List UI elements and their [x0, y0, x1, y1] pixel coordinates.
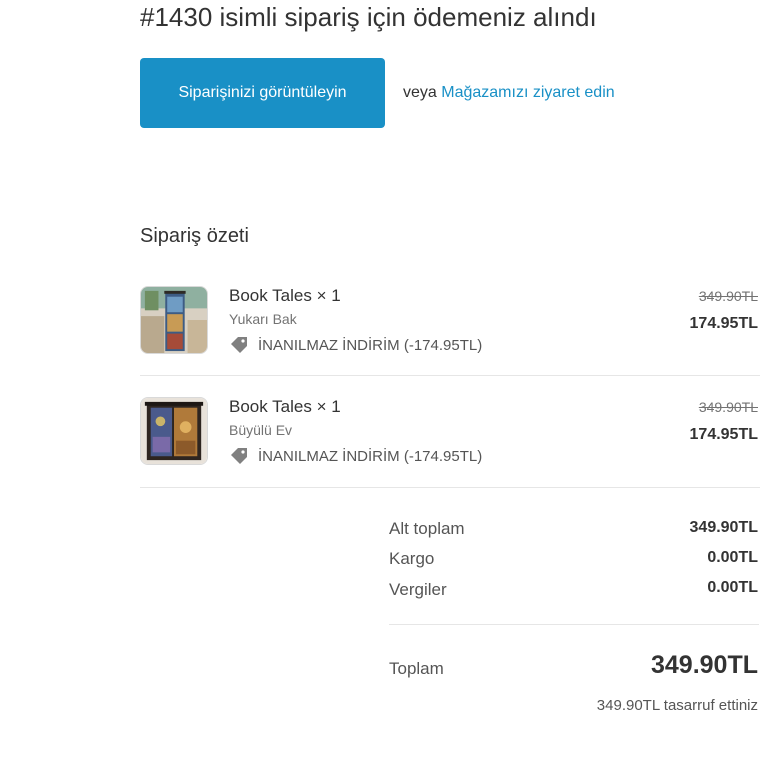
view-order-button[interactable]: Siparişinizi görüntüleyin	[140, 58, 385, 128]
original-price: 349.90TL	[698, 288, 758, 304]
total-value: 349.90TL	[650, 651, 758, 679]
total-label: Toplam	[389, 659, 444, 678]
product-image	[140, 397, 208, 465]
order-summary-title: Sipariş özeti	[140, 225, 249, 247]
item-name: Book Tales × 1	[229, 286, 341, 305]
tag-icon	[231, 337, 247, 353]
or-label: veya	[403, 84, 437, 101]
item-name: Book Tales × 1	[229, 397, 341, 416]
continue-shopping: veya Mağazamızı ziyaret edin	[403, 84, 615, 102]
subtotal-value: 349.90TL	[689, 519, 758, 536]
totals-divider	[389, 624, 759, 625]
discount-label: İNANILMAZ İNDİRİM (-174.95TL)	[258, 336, 483, 354]
product-image	[140, 286, 208, 354]
page-title: #1430 isimli sipariş için ödemeniz alınd…	[140, 2, 597, 32]
discount-line: İNANILMAZ İNDİRİM (-174.95TL)	[229, 446, 482, 466]
item-price: 174.95TL	[689, 315, 758, 332]
shipping-label: Kargo	[389, 549, 435, 568]
visit-store-link[interactable]: Mağazamızı ziyaret edin	[441, 84, 614, 101]
tag-icon	[231, 448, 247, 464]
savings-text: 349.90TL tasarruf ettiniz	[596, 697, 758, 714]
discount-line: İNANILMAZ İNDİRİM (-174.95TL)	[229, 335, 482, 355]
shipping-value: 0.00TL	[707, 549, 758, 566]
line-item: Book Tales × 1 Büyülü Ev İNANILMAZ İNDİR…	[140, 397, 760, 489]
divider	[140, 375, 760, 376]
item-variant: Yukarı Bak	[229, 311, 297, 327]
item-price: 174.95TL	[689, 426, 758, 443]
line-item: Book Tales × 1 Yukarı Bak İNANILMAZ İNDİ…	[140, 286, 760, 378]
taxes-label: Vergiler	[389, 580, 447, 599]
original-price: 349.90TL	[698, 399, 758, 415]
taxes-value: 0.00TL	[707, 579, 758, 596]
divider	[140, 487, 760, 488]
subtotal-label: Alt toplam	[389, 519, 465, 538]
discount-label: İNANILMAZ İNDİRİM (-174.95TL)	[258, 447, 483, 465]
item-variant: Büyülü Ev	[229, 422, 293, 438]
